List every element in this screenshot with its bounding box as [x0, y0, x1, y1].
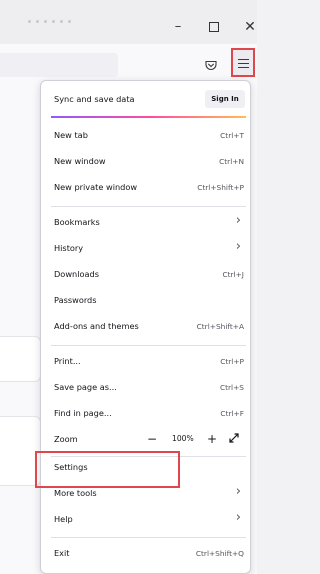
menu-item-more-tools[interactable]: More tools › — [41, 481, 250, 507]
menu-item-label: Add-ons and themes — [54, 321, 139, 331]
menu-item-label: Help — [54, 514, 73, 524]
chevron-right-icon: › — [235, 510, 241, 525]
fullscreen-icon[interactable] — [227, 431, 241, 445]
menu-item-label: Print... — [54, 356, 81, 366]
chevron-right-icon: › — [235, 213, 241, 228]
shortcut-label: Ctrl+N — [219, 157, 244, 166]
shortcut-label: Ctrl+Shift+P — [197, 183, 244, 192]
menu-item-label: Downloads — [54, 269, 99, 279]
background-card — [0, 416, 41, 486]
shortcut-label: Ctrl+Shift+A — [196, 322, 244, 331]
menu-item-label: Zoom — [54, 434, 78, 444]
menu-item-label: Settings — [54, 462, 88, 472]
tab-strip — [28, 8, 108, 23]
chevron-right-icon: › — [235, 239, 241, 254]
menu-item-new-tab[interactable]: New tab Ctrl+T — [41, 123, 250, 149]
menu-item-label: New window — [54, 156, 106, 166]
sign-in-button[interactable]: Sign In — [205, 90, 245, 108]
chevron-right-icon: › — [235, 484, 241, 499]
shortcut-label: Ctrl+T — [220, 131, 244, 140]
menu-item-label: More tools — [54, 488, 97, 498]
shortcut-label: Ctrl+P — [220, 357, 244, 366]
minimize-button[interactable]: – — [167, 16, 189, 38]
menu-item-label: History — [54, 243, 84, 253]
menu-item-add-ons-and-themes[interactable]: Add-ons and themes Ctrl+Shift+A — [41, 314, 250, 340]
title-bar: – ✕ — [0, 0, 257, 44]
separator — [51, 345, 246, 346]
open-application-menu-button[interactable] — [231, 48, 255, 77]
pocket-icon — [205, 60, 217, 70]
separator — [51, 537, 246, 538]
maximize-icon — [209, 21, 219, 32]
shortcut-label: Ctrl+F — [220, 409, 244, 418]
shortcut-label: Ctrl+Shift+Q — [195, 549, 244, 558]
menu-item-passwords[interactable]: Passwords — [41, 288, 250, 314]
menu-item-save-page-as[interactable]: Save page as... Ctrl+S — [41, 375, 250, 401]
maximize-button[interactable] — [203, 16, 225, 38]
zoom-out-button[interactable]: − — [145, 432, 159, 446]
menu-item-downloads[interactable]: Downloads Ctrl+J — [41, 262, 250, 288]
menu-item-print[interactable]: Print... Ctrl+P — [41, 349, 250, 375]
menu-item-label: Exit — [54, 548, 70, 558]
hamburger-menu-icon — [237, 59, 249, 61]
shortcut-label: Ctrl+S — [219, 383, 244, 392]
zoom-in-button[interactable]: + — [205, 432, 219, 446]
menu-item-label: Find in page... — [54, 408, 112, 418]
menu-item-label: Passwords — [54, 295, 97, 305]
zoom-level-button[interactable]: 100% — [172, 434, 194, 443]
menu-item-label: New tab — [54, 130, 88, 140]
menu-item-label: Bookmarks — [54, 217, 100, 227]
menu-item-help[interactable]: Help › — [41, 507, 250, 533]
sync-label: Sync and save data — [54, 94, 135, 104]
pocket-button[interactable] — [200, 54, 222, 76]
separator — [51, 206, 246, 207]
menu-item-find-in-page[interactable]: Find in page... Ctrl+F — [41, 401, 250, 427]
shortcut-label: Ctrl+J — [222, 270, 244, 279]
address-bar[interactable] — [0, 53, 118, 77]
menu-item-label: Save page as... — [54, 382, 117, 392]
accent-divider — [51, 116, 246, 118]
close-window-button[interactable]: ✕ — [239, 16, 261, 38]
menu-item-settings[interactable]: Settings — [41, 455, 250, 481]
menu-item-exit[interactable]: Exit Ctrl+Shift+Q — [41, 541, 250, 567]
menu-item-history[interactable]: History › — [41, 236, 250, 262]
menu-item-zoom: Zoom − 100% + — [41, 427, 250, 453]
app-menu-panel: Sync and save data Sign In New tab Ctrl+… — [40, 80, 251, 574]
menu-item-new-window[interactable]: New window Ctrl+N — [41, 149, 250, 175]
menu-item-new-private-window[interactable]: New private window Ctrl+Shift+P — [41, 175, 250, 201]
menu-item-bookmarks[interactable]: Bookmarks › — [41, 210, 250, 236]
menu-item-label: New private window — [54, 182, 138, 192]
sync-row[interactable]: Sync and save data Sign In — [41, 85, 250, 115]
background-card — [0, 336, 41, 382]
